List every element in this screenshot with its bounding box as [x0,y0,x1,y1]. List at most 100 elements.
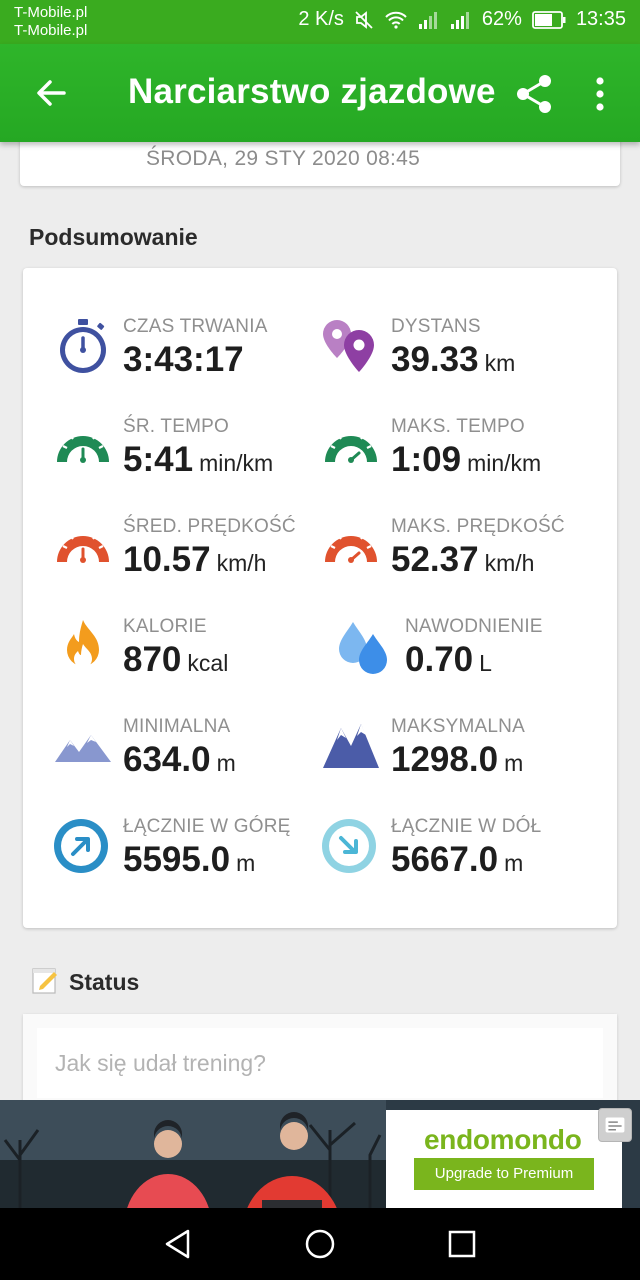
signal-icon-2 [450,11,469,29]
carrier-2: T-Mobile.pl [14,22,88,39]
stat-unit: kcal [187,650,229,676]
stat-number: 0.70 [405,640,474,679]
back-arrow-icon[interactable] [28,70,74,116]
upgrade-premium-button[interactable]: Upgrade to Premium [414,1158,594,1190]
stat-number: 3:43:17 [123,340,244,379]
stat-value: 52.37 km/h [391,540,534,580]
stat-max-altitude: MAKSYMALNA 1298.0 m [321,716,601,796]
carrier-1: T-Mobile.pl [14,4,88,21]
stat-number: 10.57 [123,540,211,579]
notepad-icon [32,968,57,994]
stat-label: ŚRED. PRĘDKOŚĆ [123,516,296,537]
signal-icon [418,11,437,29]
arrow-up-circle-icon [54,819,108,873]
stat-unit: L [479,650,492,676]
app-bar: Narciarstwo zjazdowe [0,44,640,142]
stat-distance: DYSTANS 39.33 km [321,316,601,396]
stat-value: 5595.0 m [123,840,255,880]
stat-label: MINIMALNA [123,716,231,737]
stat-unit: m [216,750,236,776]
stat-min-altitude: MINIMALNA 634.0 m [53,716,333,796]
stopwatch-icon [60,319,106,373]
stat-number: 52.37 [391,540,479,579]
summary-heading: Podsumowanie [29,224,198,250]
page-title: Narciarstwo zjazdowe [128,72,496,111]
stat-value: 1:09 min/km [391,440,541,480]
stat-unit: min/km [199,450,274,476]
stat-value: 5:41 min/km [123,440,273,480]
stat-value: 39.33 km [391,340,515,380]
stat-label: NAWODNIENIE [405,616,543,637]
stat-avg-pace: ŚR. TEMPO 5:41 min/km [53,416,333,496]
stat-number: 1298.0 [391,740,499,779]
stat-label: MAKS. TEMPO [391,416,525,437]
wifi-icon [385,11,407,29]
stat-value: 0.70 L [405,640,492,680]
more-options-icon[interactable] [588,72,612,116]
stat-number: 1:09 [391,440,462,479]
map-pins-icon [323,320,374,372]
speedometer-icon [325,531,377,563]
stat-value: 1298.0 m [391,740,523,780]
status-card [23,1014,617,1114]
stat-number: 5:41 [123,440,194,479]
speedometer-icon [325,431,377,463]
stat-label: ŚR. TEMPO [123,416,229,437]
endomondo-logo: endomondo [424,1124,582,1155]
stat-label: ŁĄCZNIE W GÓRĘ [123,816,291,837]
stat-value: 3:43:17 [123,340,244,380]
stat-number: 870 [123,640,182,679]
summary-card: CZAS TRWANIA 3:43:17 DYSTANS 39.33 km ŚR.… [23,268,617,928]
status-input[interactable] [37,1028,603,1098]
stat-number: 39.33 [391,340,479,379]
stat-max-pace: MAKS. TEMPO 1:09 min/km [321,416,601,496]
mountain-low-icon [55,735,111,762]
stat-value: 10.57 km/h [123,540,266,580]
stat-label: DYSTANS [391,316,481,337]
mute-icon [355,10,373,29]
speedometer-icon [57,431,109,463]
stat-unit: km [484,350,516,376]
stat-label: ŁĄCZNIE W DÓŁ [391,816,542,837]
stat-label: CZAS TRWANIA [123,316,268,337]
stat-label: MAKS. PRĘDKOŚĆ [391,516,565,537]
ad-cta-panel: endomondo Upgrade to Premium [386,1110,622,1208]
flame-icon [67,620,99,668]
stat-unit: m [236,850,256,876]
workout-date: ŚRODA, 29 STY 2020 08:45 [146,147,421,170]
ad-banner[interactable]: endomondo Upgrade to Premium [0,1100,640,1208]
ad-choices-icon[interactable] [598,1108,632,1142]
stat-unit: m [504,750,524,776]
nav-recents-icon[interactable] [444,1226,480,1262]
stat-number: 5667.0 [391,840,499,879]
stat-value: 870 kcal [123,640,228,680]
status-indicators: 2 K/s 62% 13:35 [298,8,626,31]
stat-duration: CZAS TRWANIA 3:43:17 [53,316,333,396]
water-drops-icon [339,622,387,674]
mountain-high-icon [323,724,379,768]
stat-unit: km/h [484,550,535,576]
stat-total-descent: ŁĄCZNIE W DÓŁ 5667.0 m [321,816,601,896]
clock: 13:35 [575,8,626,30]
system-status-bar: T-Mobile.pl T-Mobile.pl 2 K/s 62% 13:35 [0,0,640,44]
stat-unit: km/h [216,550,267,576]
nav-back-icon[interactable] [160,1226,196,1262]
stat-max-speed: MAKS. PRĘDKOŚĆ 52.37 km/h [321,516,601,596]
share-icon[interactable] [512,72,556,116]
stat-hydration: NAWODNIENIE 0.70 L [335,616,615,696]
stat-total-ascent: ŁĄCZNIE W GÓRĘ 5595.0 m [53,816,333,896]
stat-value: 634.0 m [123,740,236,780]
ad-runners-image [0,1100,386,1208]
stat-calories: KALORIE 870 kcal [53,616,333,696]
stat-avg-speed: ŚRED. PRĘDKOŚĆ 10.57 km/h [53,516,333,596]
battery-percent: 62% [481,8,522,30]
network-speed: 2 K/s [298,8,344,30]
stat-label: MAKSYMALNA [391,716,525,737]
stat-unit: m [504,850,524,876]
speedometer-icon [57,531,109,563]
stat-unit: min/km [467,450,542,476]
carrier-names: T-Mobile.pl T-Mobile.pl [14,4,87,40]
arrow-down-circle-icon [322,819,376,873]
stat-label: KALORIE [123,616,207,637]
nav-home-icon[interactable] [302,1226,338,1262]
